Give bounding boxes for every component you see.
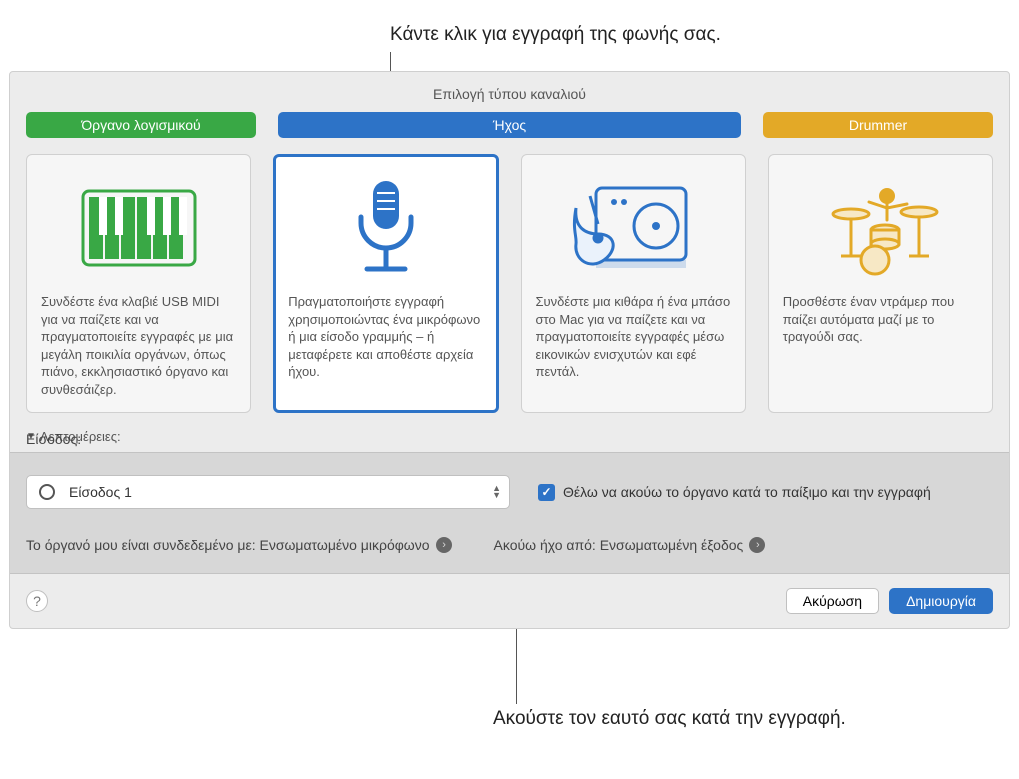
input-label: Είσοδος: (26, 431, 81, 447)
tab-drummer[interactable]: Drummer (763, 112, 993, 138)
keyboard-icon (74, 173, 204, 283)
card-mic-desc: Πραγματοποιήστε εγγραφή χρησιμοποιώντας … (288, 293, 483, 381)
drummer-icon (815, 173, 945, 283)
input-select[interactable]: Είσοδος 1 ▲▼ (26, 475, 510, 509)
create-button[interactable]: Δημιουργία (889, 588, 993, 614)
tab-software-instrument[interactable]: Όργανο λογισμικού (26, 112, 256, 138)
card-guitar[interactable]: Συνδέστε μια κιθάρα ή ένα μπάσο στο Mac … (521, 154, 746, 413)
microphone-icon (321, 173, 451, 283)
card-microphone[interactable]: Πραγματοποιήστε εγγραφή χρησιμοποιώντας … (273, 154, 498, 413)
checkbox-checked-icon: ✓ (538, 484, 555, 501)
chevron-up-down-icon: ▲▼ (492, 485, 501, 499)
card-guitar-desc: Συνδέστε μια κιθάρα ή ένα μπάσο στο Mac … (536, 293, 731, 381)
guitar-amp-icon (568, 173, 698, 283)
callout-bottom: Ακούστε τον εαυτό σας κατά την εγγραφή. (493, 706, 846, 732)
new-track-pane: Επιλογή τύπου καναλιού Όργανο λογισμικού… (9, 71, 1010, 629)
details-panel: Είσοδος: Είσοδος 1 ▲▼ ✓ Θέλω να ακούω το… (10, 452, 1009, 574)
dialog-footer: ? Ακύρωση Δημιουργία (10, 574, 1009, 628)
input-device-label: Το όργανό μου είναι συνδεδεμένο με: Ενσω… (26, 537, 430, 553)
track-cards: Συνδέστε ένα κλαβιέ USB MIDI για να παίζ… (10, 144, 1009, 429)
card-software-desc: Συνδέστε ένα κλαβιέ USB MIDI για να παίζ… (41, 293, 236, 398)
card-drummer-desc: Προσθέστε έναν ντράμερ που παίζει αυτόμα… (783, 293, 978, 346)
input-device-link[interactable]: Το όργανό μου είναι συνδεδεμένο με: Ενσω… (26, 537, 452, 553)
help-button[interactable]: ? (26, 590, 48, 612)
tab-audio[interactable]: Ήχος (278, 112, 741, 138)
track-type-tabs: Όργανο λογισμικού Ήχος Drummer (10, 112, 1009, 144)
output-device-link[interactable]: Ακούω ήχο από: Ενσωματωμένη έξοδος › (494, 537, 766, 553)
cancel-button[interactable]: Ακύρωση (786, 588, 879, 614)
card-software-instrument[interactable]: Συνδέστε ένα κλαβιέ USB MIDI για να παίζ… (26, 154, 251, 413)
input-value: Είσοδος 1 (69, 484, 492, 500)
monitor-checkbox-row[interactable]: ✓ Θέλω να ακούω το όργανο κατά το παίξιμ… (538, 484, 931, 501)
output-device-label: Ακούω ήχο από: Ενσωματωμένη έξοδος (494, 537, 744, 553)
chevron-right-icon: › (749, 537, 765, 553)
details-disclosure[interactable]: ▼ Λεπτομέρειες: (10, 429, 1009, 452)
pane-title: Επιλογή τύπου καναλιού (10, 72, 1009, 112)
card-drummer[interactable]: Προσθέστε έναν ντράμερ που παίζει αυτόμα… (768, 154, 993, 413)
callout-top: Κάντε κλικ για εγγραφή της φωνής σας. (390, 24, 721, 46)
monitor-checkbox-label: Θέλω να ακούω το όργανο κατά το παίξιμο … (563, 484, 931, 500)
input-channel-icon (39, 484, 55, 500)
chevron-right-icon: › (436, 537, 452, 553)
